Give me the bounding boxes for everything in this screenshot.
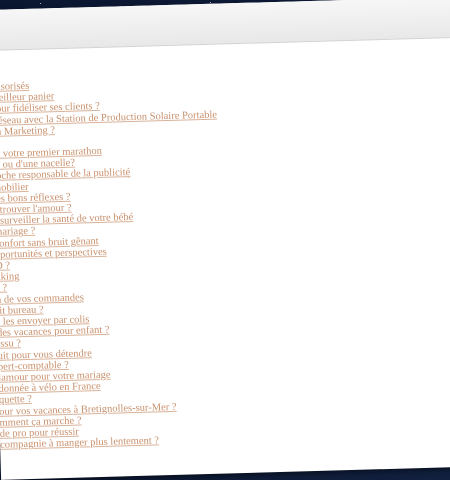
link-list: onsorisés meilleur panier pour fidéliser s…: [0, 69, 450, 452]
browser-toolbar: [0, 0, 450, 51]
star: [40, 3, 41, 4]
browser-window: onsorisés meilleur panier pour fidéliser s…: [0, 0, 450, 480]
link-group: er votre premier marathon le ou d'une nac…: [0, 136, 450, 452]
